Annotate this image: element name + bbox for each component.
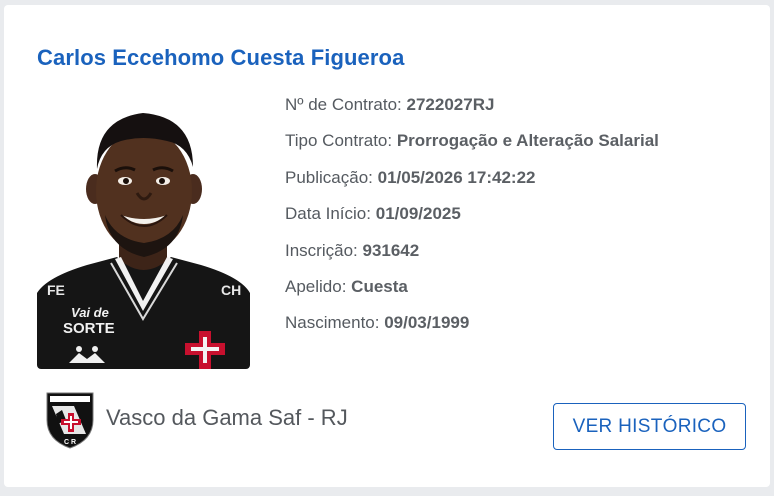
detail-label: Tipo Contrato: xyxy=(285,131,393,151)
detail-value: 09/03/1999 xyxy=(384,313,470,333)
nickname-row: Apelido: Cuesta xyxy=(285,276,659,312)
registration-row: Inscrição: 931642 xyxy=(285,240,659,276)
player-photo: FE CH Vai de SORTE xyxy=(37,97,250,369)
birth-date-row: Nascimento: 09/03/1999 xyxy=(285,312,659,348)
detail-label: Data Início: xyxy=(285,204,371,224)
vasco-crest-icon: C R xyxy=(46,392,94,449)
detail-label: Apelido: xyxy=(285,276,347,296)
contract-details: Nº de Contrato: 2722027RJ Tipo Contrato:… xyxy=(285,94,659,349)
detail-value: 01/09/2025 xyxy=(375,204,461,224)
svg-text:Vai de: Vai de xyxy=(71,305,109,320)
detail-label: Publicação: xyxy=(285,167,373,187)
publication-row: Publicação: 01/05/2026 17:42:22 xyxy=(285,167,659,203)
view-history-button[interactable]: VER HISTÓRICO xyxy=(553,403,746,450)
detail-value: 01/05/2026 17:42:22 xyxy=(377,167,536,187)
player-name: Carlos Eccehomo Cuesta Figueroa xyxy=(37,45,405,70)
club-name: Vasco da Gama Saf - RJ xyxy=(106,405,348,430)
start-date-row: Data Início: 01/09/2025 xyxy=(285,203,659,239)
svg-text:CH: CH xyxy=(221,282,241,298)
svg-text:FE: FE xyxy=(47,282,65,298)
svg-text:SORTE: SORTE xyxy=(63,320,115,337)
player-contract-card: Carlos Eccehomo Cuesta Figueroa FE CH Va… xyxy=(4,5,770,487)
svg-text:C R: C R xyxy=(64,439,76,446)
detail-label: Nº de Contrato: xyxy=(285,95,402,114)
detail-value: 2722027RJ xyxy=(406,95,495,114)
detail-label: Inscrição: xyxy=(285,240,358,260)
detail-value: Prorrogação e Alteração Salarial xyxy=(396,131,659,151)
detail-value: 931642 xyxy=(362,240,420,260)
contract-number-row: Nº de Contrato: 2722027RJ xyxy=(285,94,659,130)
detail-label: Nascimento: xyxy=(285,313,380,333)
club-info: C R Vasco da Gama Saf - RJ xyxy=(44,390,348,450)
contract-type-row: Tipo Contrato: Prorrogação e Alteração S… xyxy=(285,130,659,166)
player-portrait-image: FE CH Vai de SORTE xyxy=(37,113,250,369)
detail-value: Cuesta xyxy=(351,276,408,296)
